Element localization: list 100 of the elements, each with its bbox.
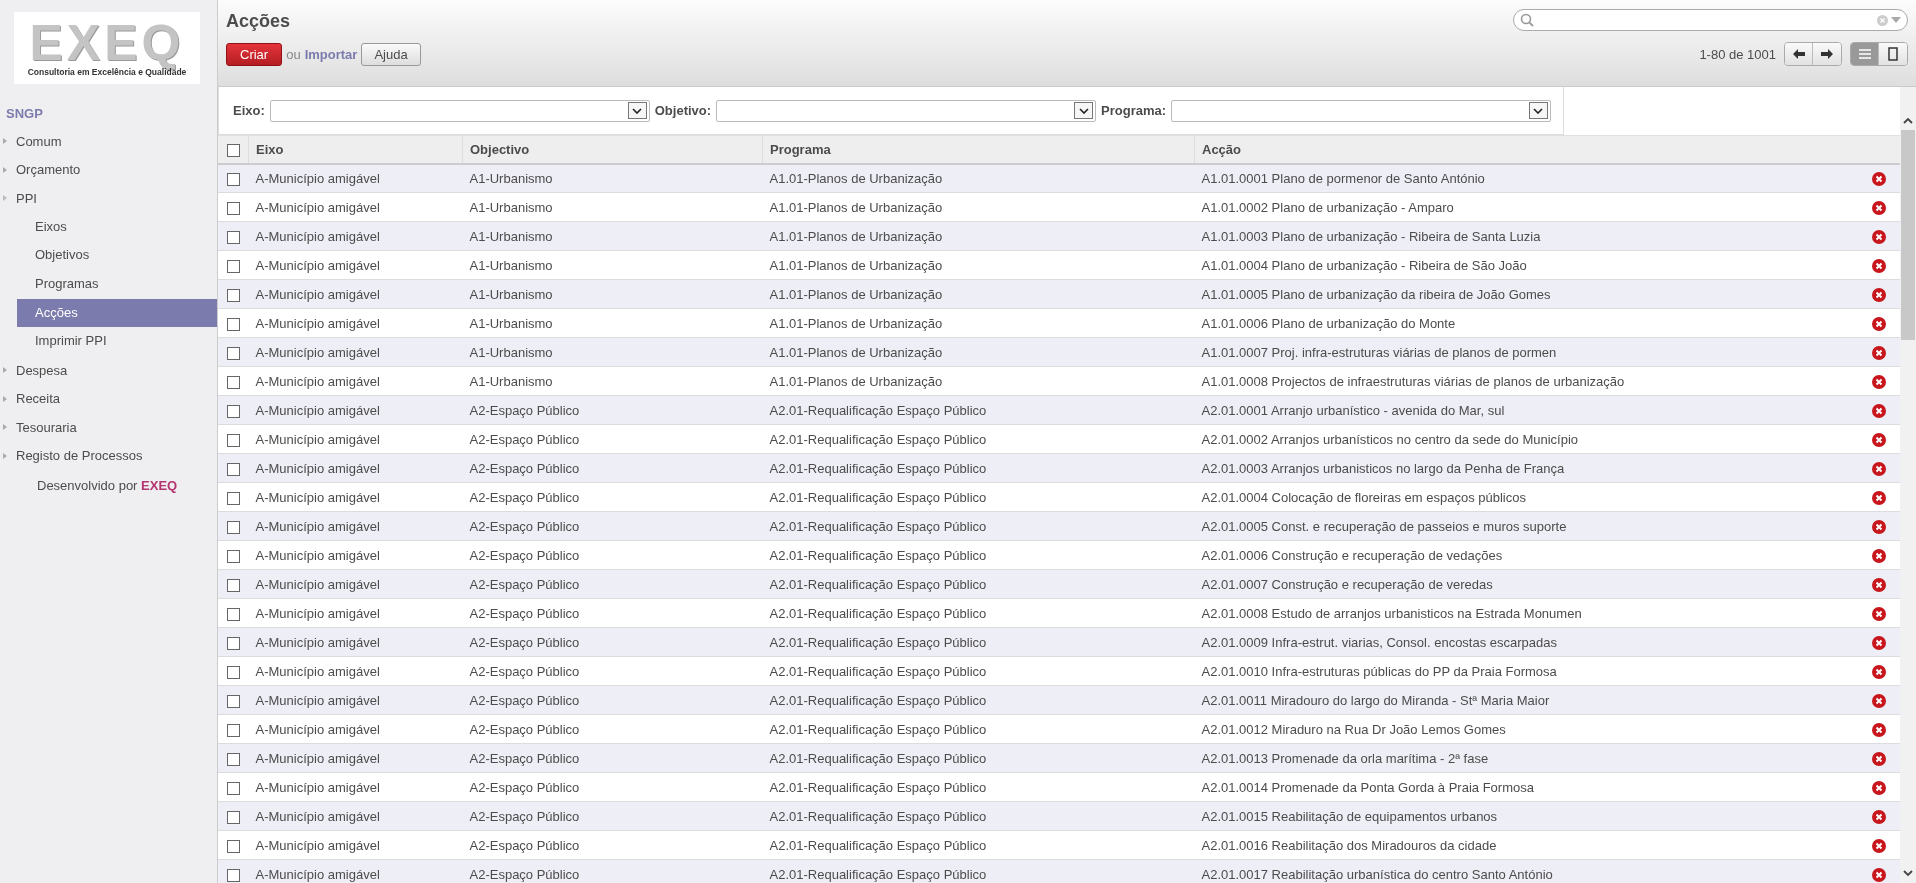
delete-icon[interactable] bbox=[1872, 780, 1886, 795]
delete-icon[interactable] bbox=[1872, 316, 1886, 331]
menu-item[interactable]: PPI bbox=[0, 184, 217, 213]
delete-icon[interactable] bbox=[1872, 432, 1886, 447]
row-checkbox[interactable] bbox=[226, 433, 240, 447]
scrollbar-thumb[interactable] bbox=[1901, 130, 1915, 340]
column-header[interactable]: Objectivo bbox=[462, 135, 763, 164]
delete-icon[interactable] bbox=[1872, 577, 1886, 592]
submenu-item[interactable]: Programas bbox=[17, 269, 217, 299]
row-checkbox[interactable] bbox=[226, 230, 240, 244]
row-checkbox[interactable] bbox=[226, 607, 240, 621]
delete-icon[interactable] bbox=[1872, 403, 1886, 418]
scrollbar[interactable] bbox=[1900, 87, 1916, 883]
row-checkbox[interactable] bbox=[226, 578, 240, 592]
delete-icon[interactable] bbox=[1872, 519, 1886, 534]
table-cell: A2.01-Requalificação Espaço Público bbox=[762, 830, 1195, 860]
delete-icon[interactable] bbox=[1872, 374, 1886, 389]
right-arrow-icon bbox=[1821, 49, 1833, 59]
previous-button[interactable] bbox=[1785, 43, 1813, 65]
scroll-up-icon[interactable] bbox=[1903, 117, 1913, 124]
scroll-down-icon[interactable] bbox=[1903, 870, 1913, 877]
delete-icon[interactable] bbox=[1872, 345, 1886, 360]
row-checkbox[interactable] bbox=[226, 172, 240, 186]
form-view-button[interactable] bbox=[1879, 43, 1907, 65]
delete-icon[interactable] bbox=[1872, 867, 1886, 882]
menu-item[interactable]: Despesa bbox=[0, 355, 217, 385]
table-cell: A2.01-Requalificação Espaço Público bbox=[762, 801, 1195, 831]
create-button[interactable]: Criar bbox=[226, 42, 283, 66]
next-button[interactable] bbox=[1813, 43, 1841, 65]
table-cell: A2.01-Requalificação Espaço Público bbox=[762, 627, 1195, 657]
row-checkbox[interactable] bbox=[226, 694, 240, 708]
menu-item[interactable]: Registo de Processos bbox=[0, 441, 217, 471]
table-cell: A-Município amigável bbox=[248, 743, 463, 773]
developer-credit: Desenvolvido por EXEQ bbox=[37, 478, 179, 494]
table-cell: A-Município amigável bbox=[248, 540, 463, 570]
table-cell: A-Município amigável bbox=[248, 192, 463, 222]
row-checkbox[interactable] bbox=[226, 636, 240, 650]
form-icon bbox=[1888, 47, 1898, 61]
submenu-item[interactable]: Acções bbox=[17, 298, 217, 328]
menu-item[interactable]: Orçamento bbox=[0, 155, 217, 185]
table-cell: A-Município amigável bbox=[248, 308, 463, 338]
row-checkbox[interactable] bbox=[226, 317, 240, 331]
row-checkbox[interactable] bbox=[226, 752, 240, 766]
dropdown-caret-icon bbox=[1074, 102, 1093, 119]
delete-icon[interactable] bbox=[1872, 258, 1886, 273]
delete-icon[interactable] bbox=[1872, 548, 1886, 563]
delete-icon[interactable] bbox=[1872, 287, 1886, 302]
expand-triangle-icon bbox=[3, 395, 7, 402]
delete-icon[interactable] bbox=[1872, 635, 1886, 650]
row-checkbox[interactable] bbox=[226, 665, 240, 679]
table-cell: A2.01-Requalificação Espaço Público bbox=[762, 453, 1195, 483]
table-cell: A-Município amigável bbox=[248, 163, 463, 193]
row-checkbox[interactable] bbox=[226, 549, 240, 563]
menu-item[interactable]: Tesouraria bbox=[0, 412, 217, 442]
delete-icon[interactable] bbox=[1872, 809, 1886, 824]
table-cell: A1-Urbanismo bbox=[462, 163, 763, 193]
select-all-checkbox[interactable] bbox=[226, 143, 240, 157]
row-checkbox[interactable] bbox=[226, 346, 240, 360]
table-cell: A1-Urbanismo bbox=[462, 308, 763, 338]
column-header[interactable]: Acção bbox=[1194, 135, 1858, 164]
row-checkbox[interactable] bbox=[226, 404, 240, 418]
table-cell: A1.01-Planos de Urbanização bbox=[762, 308, 1195, 338]
delete-icon[interactable] bbox=[1872, 200, 1886, 215]
table-cell: A1-Urbanismo bbox=[462, 250, 763, 280]
row-checkbox[interactable] bbox=[226, 868, 240, 882]
table-cell: A-Município amigável bbox=[248, 598, 463, 628]
row-checkbox[interactable] bbox=[226, 288, 240, 302]
row-checkbox[interactable] bbox=[226, 839, 240, 853]
delete-icon[interactable] bbox=[1872, 229, 1886, 244]
or-text: ou bbox=[286, 46, 301, 62]
delete-icon[interactable] bbox=[1872, 693, 1886, 708]
submenu-item[interactable]: Objetivos bbox=[17, 241, 217, 270]
table-cell: A-Município amigável bbox=[248, 221, 463, 251]
delete-icon[interactable] bbox=[1872, 664, 1886, 679]
row-checkbox[interactable] bbox=[226, 259, 240, 273]
row-checkbox[interactable] bbox=[226, 723, 240, 737]
delete-icon[interactable] bbox=[1872, 172, 1886, 187]
table-cell: A1.01.0003 Plano de urbanização - Ribeira de Santa Luzia bbox=[1194, 221, 1858, 251]
row-checkbox[interactable] bbox=[226, 810, 240, 824]
delete-icon[interactable] bbox=[1872, 606, 1886, 621]
submenu-item[interactable]: Imprimir PPI bbox=[17, 327, 217, 356]
delete-icon[interactable] bbox=[1872, 490, 1886, 505]
table-cell: A1.01.0008 Projectos de infraestruturas viárias de planos de urbanização bbox=[1194, 366, 1858, 396]
row-checkbox[interactable] bbox=[226, 462, 240, 476]
column-header[interactable]: Eixo bbox=[248, 135, 463, 164]
menu-item[interactable]: Comum bbox=[0, 127, 217, 156]
table-cell: A-Município amigável bbox=[248, 424, 463, 454]
delete-icon[interactable] bbox=[1872, 838, 1886, 853]
menu-item[interactable]: Receita bbox=[0, 384, 217, 413]
delete-icon[interactable] bbox=[1872, 751, 1886, 766]
row-checkbox[interactable] bbox=[226, 201, 240, 215]
delete-icon[interactable] bbox=[1872, 461, 1886, 476]
row-checkbox[interactable] bbox=[226, 520, 240, 534]
row-checkbox[interactable] bbox=[226, 781, 240, 795]
submenu-item[interactable]: Eixos bbox=[17, 212, 217, 242]
help-button[interactable]: Ajuda bbox=[361, 42, 421, 66]
row-checkbox[interactable] bbox=[226, 375, 240, 389]
column-header[interactable]: Programa bbox=[762, 135, 1195, 164]
delete-icon[interactable] bbox=[1872, 722, 1886, 737]
row-checkbox[interactable] bbox=[226, 491, 240, 505]
